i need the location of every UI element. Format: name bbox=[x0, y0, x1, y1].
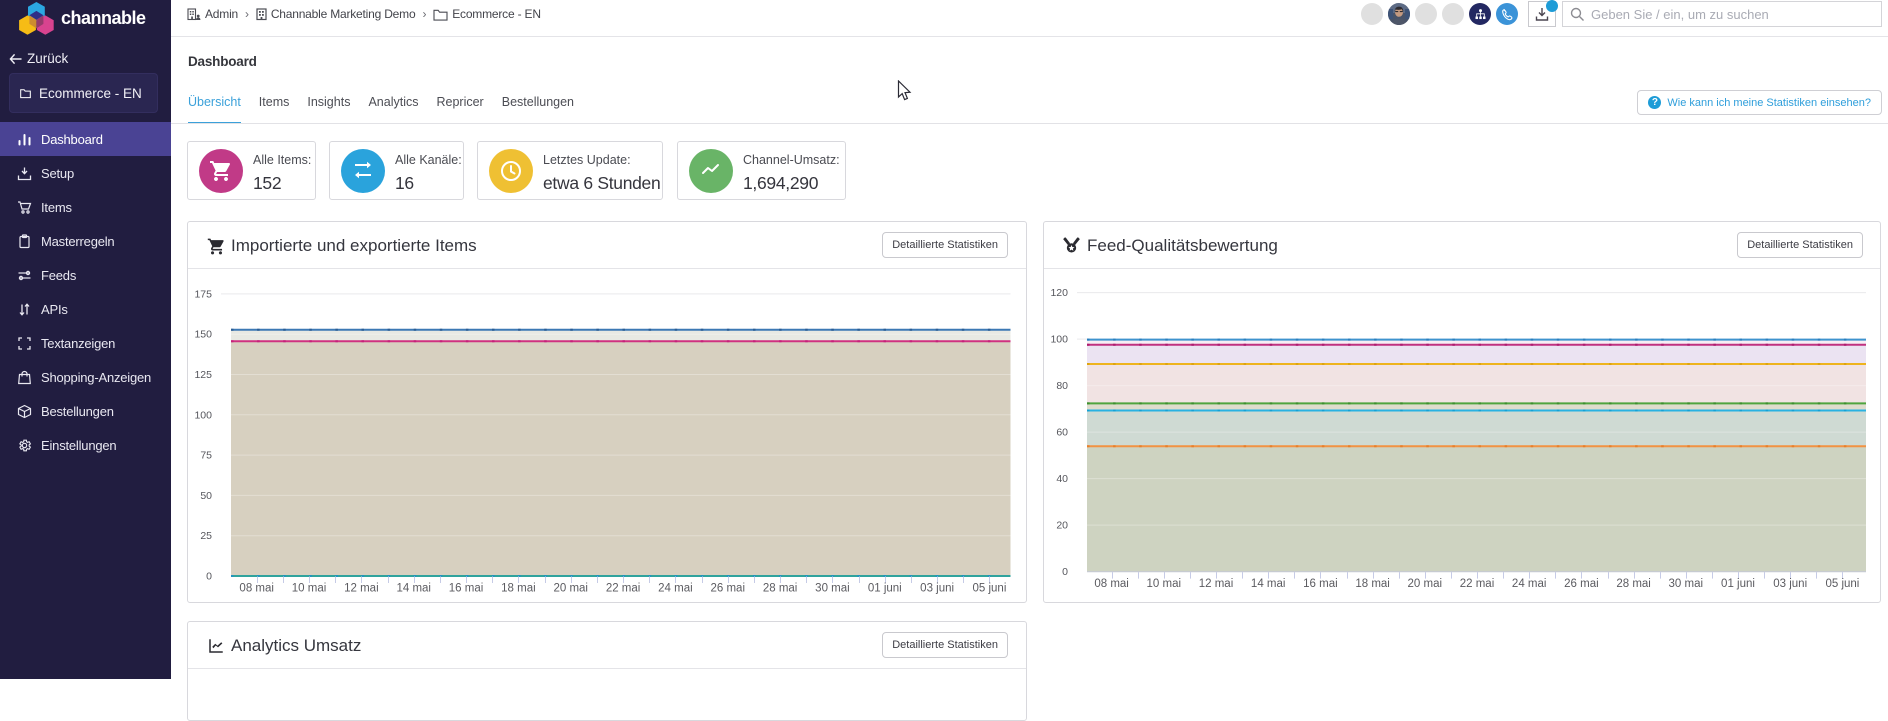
svg-text:75: 75 bbox=[200, 450, 212, 462]
svg-text:08 mai: 08 mai bbox=[1094, 578, 1129, 590]
svg-text:50: 50 bbox=[200, 490, 212, 502]
svg-text:08 mai: 08 mai bbox=[239, 583, 274, 595]
svg-text:20: 20 bbox=[1056, 520, 1068, 532]
svg-text:24 mai: 24 mai bbox=[658, 583, 693, 595]
svg-text:120: 120 bbox=[1050, 287, 1068, 299]
svg-text:125: 125 bbox=[194, 369, 212, 381]
svg-text:100: 100 bbox=[1050, 334, 1068, 346]
svg-text:100: 100 bbox=[194, 409, 212, 421]
svg-text:30 mai: 30 mai bbox=[815, 583, 850, 595]
svg-text:26 mai: 26 mai bbox=[1564, 578, 1599, 590]
svg-text:22 mai: 22 mai bbox=[1460, 578, 1495, 590]
svg-text:20 mai: 20 mai bbox=[1408, 578, 1443, 590]
svg-text:10 mai: 10 mai bbox=[1147, 578, 1182, 590]
svg-text:30 mai: 30 mai bbox=[1669, 578, 1704, 590]
svg-text:24 mai: 24 mai bbox=[1512, 578, 1547, 590]
svg-text:16 mai: 16 mai bbox=[449, 583, 484, 595]
svg-text:01 juni: 01 juni bbox=[868, 583, 902, 595]
svg-text:14 mai: 14 mai bbox=[396, 583, 431, 595]
svg-text:01 juni: 01 juni bbox=[1721, 578, 1755, 590]
svg-text:05 juni: 05 juni bbox=[1825, 578, 1859, 590]
svg-text:03 juni: 03 juni bbox=[1773, 578, 1807, 590]
svg-text:150: 150 bbox=[194, 329, 212, 341]
svg-text:25: 25 bbox=[200, 530, 212, 542]
svg-text:0: 0 bbox=[206, 571, 212, 583]
svg-text:40: 40 bbox=[1056, 473, 1068, 485]
svg-text:16 mai: 16 mai bbox=[1303, 578, 1338, 590]
svg-text:18 mai: 18 mai bbox=[1355, 578, 1390, 590]
svg-text:05 juni: 05 juni bbox=[973, 583, 1007, 595]
svg-text:175: 175 bbox=[194, 288, 212, 300]
svg-text:14 mai: 14 mai bbox=[1251, 578, 1286, 590]
svg-text:22 mai: 22 mai bbox=[606, 583, 641, 595]
svg-text:18 mai: 18 mai bbox=[501, 583, 536, 595]
svg-text:28 mai: 28 mai bbox=[763, 583, 798, 595]
svg-text:80: 80 bbox=[1056, 380, 1068, 392]
svg-text:12 mai: 12 mai bbox=[344, 583, 379, 595]
svg-text:26 mai: 26 mai bbox=[710, 583, 745, 595]
svg-text:12 mai: 12 mai bbox=[1199, 578, 1234, 590]
svg-text:60: 60 bbox=[1056, 427, 1068, 439]
svg-text:10 mai: 10 mai bbox=[292, 583, 327, 595]
svg-text:0: 0 bbox=[1062, 566, 1068, 578]
svg-text:20 mai: 20 mai bbox=[553, 583, 588, 595]
svg-text:28 mai: 28 mai bbox=[1616, 578, 1651, 590]
svg-text:03 juni: 03 juni bbox=[920, 583, 954, 595]
